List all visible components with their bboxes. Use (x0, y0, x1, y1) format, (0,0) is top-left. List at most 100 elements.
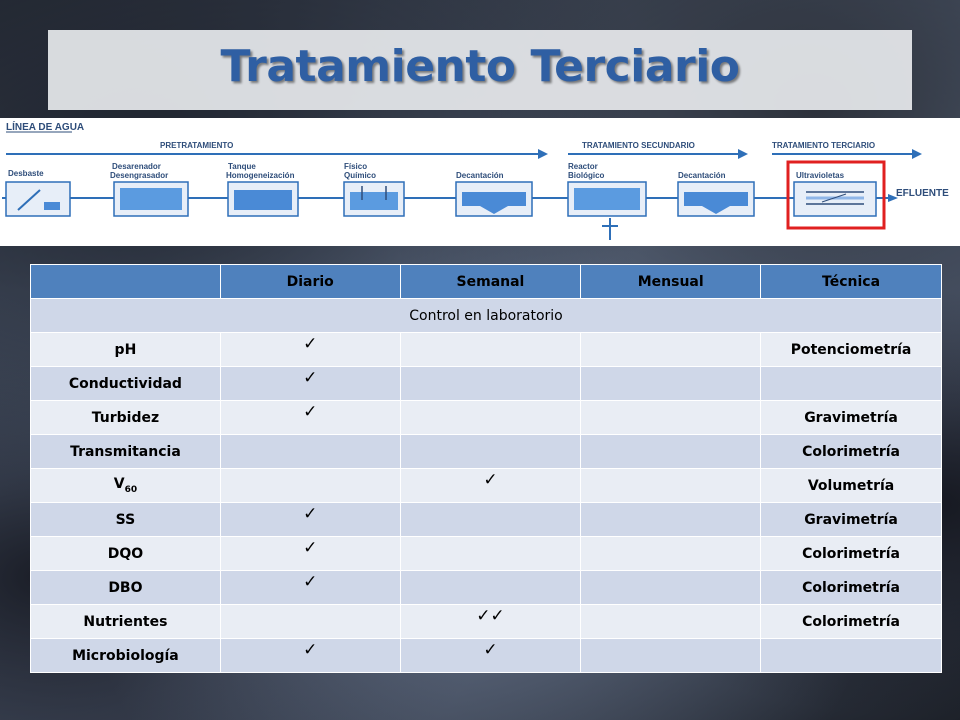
param-cell: Transmitancia (30, 434, 221, 469)
semanal-cell (399, 366, 582, 401)
unit-box-fisico-quimico (343, 181, 405, 217)
param-cell: Nutrientes (30, 604, 221, 639)
process-diagram-svg: LÍNEA DE AGUA PRETRATAMIENTO TRATAMIENTO… (2, 120, 949, 240)
table-row: DBO ✓ Colorimetría (30, 570, 942, 605)
diario-cell: ✓ (219, 536, 401, 571)
semanal-cell (399, 332, 582, 367)
stage-arrowhead-terciario (912, 149, 922, 159)
diario-cell: ✓ (219, 366, 401, 401)
check-icon: ✓ (303, 571, 318, 592)
mensual-cell (580, 332, 762, 367)
unit-label-desbaste: Desbaste (8, 169, 44, 178)
tecnica-cell (760, 366, 942, 401)
table-row: Conductividad ✓ (30, 366, 942, 401)
mensual-cell (580, 502, 762, 537)
check-icon: ✓ (483, 469, 498, 490)
unit-box-ultravioletas (793, 181, 877, 217)
unit-label-ultravioletas: Ultravioletas (796, 171, 845, 180)
unit-label-reactor: Reactor (568, 162, 598, 171)
tecnica-cell (760, 638, 942, 673)
mensual-cell (580, 434, 762, 469)
tecnica-cell: Potenciometría (760, 332, 942, 367)
unit-box-decantacion-1 (455, 181, 533, 217)
stage-arrowhead-pretratamiento (538, 149, 548, 159)
param-cell: Turbidez (30, 400, 221, 435)
check-icon: ✓ (303, 503, 318, 524)
stage-label-terciario: TRATAMIENTO TERCIARIO (772, 141, 875, 150)
param-cell: DQO (30, 536, 221, 571)
tecnica-cell: Colorimetría (760, 570, 942, 605)
header-tecnica: Técnica (760, 264, 942, 299)
stage-arrowhead-secundario (738, 149, 748, 159)
tecnica-cell: Gravimetría (760, 502, 942, 537)
check-icon: ✓ (483, 639, 498, 660)
section-row: Control en laboratorio (30, 298, 942, 333)
table-header-row: Diario Semanal Mensual Técnica (30, 264, 942, 299)
semanal-cell (399, 536, 582, 571)
unit-label-desengrasador: Desengrasador (110, 171, 168, 180)
tecnica-cell: Gravimetría (760, 400, 942, 435)
mensual-cell (580, 366, 762, 401)
process-diagram: LÍNEA DE AGUA PRETRATAMIENTO TRATAMIENTO… (0, 118, 960, 246)
semanal-cell (399, 434, 582, 469)
slide-title: Tratamiento Terciario (220, 40, 740, 92)
tecnica-cell: Colorimetría (760, 434, 942, 469)
semanal-cell: ✓ (399, 468, 582, 503)
semanal-cell: ✓ (399, 638, 582, 673)
semanal-cell (399, 400, 582, 435)
mensual-cell (580, 604, 762, 639)
mensual-cell (580, 570, 762, 605)
line-label: LÍNEA DE AGUA (6, 120, 84, 133)
unit-box-decantacion-2 (677, 181, 755, 217)
param-v-label: V (113, 476, 125, 493)
table-row: pH ✓ Potenciometría (30, 332, 942, 367)
diario-cell (219, 434, 401, 469)
unit-label-biologico: Biológico (568, 171, 605, 180)
check-icon: ✓ (303, 333, 318, 354)
table-row: Transmitancia Colorimetría (30, 434, 942, 469)
param-v-subscript: 60 (124, 484, 138, 495)
tecnica-cell: Colorimetría (760, 536, 942, 571)
param-cell: DBO (30, 570, 221, 605)
table-row: DQO ✓ Colorimetría (30, 536, 942, 571)
unit-box-desbaste (5, 181, 71, 217)
tecnica-cell: Colorimetría (760, 604, 942, 639)
diario-cell: ✓ (219, 332, 401, 367)
param-cell: V60 (30, 468, 221, 503)
stage-label-pretratamiento: PRETRATAMIENTO (160, 141, 233, 150)
unit-label-tanque: Tanque (228, 162, 256, 171)
unit-box-reactor (567, 181, 647, 217)
semanal-cell: ✓✓ (399, 604, 582, 639)
diario-cell: ✓ (219, 502, 401, 537)
param-cell: Microbiología (30, 638, 221, 673)
unit-label-desarenador: Desarenador (112, 162, 161, 171)
control-table: Diario Semanal Mensual Técnica Control e… (30, 264, 942, 673)
header-empty (30, 264, 221, 299)
table-row: V60 ✓ Volumetría (30, 468, 942, 503)
stage-label-secundario: TRATAMIENTO SECUNDARIO (582, 141, 695, 150)
table-row: Microbiología ✓ ✓ (30, 638, 942, 673)
param-cell: pH (30, 332, 221, 367)
unit-label-homogeneizacion: Homogeneización (226, 171, 295, 180)
title-banner: Tratamiento Terciario (48, 30, 912, 110)
header-diario: Diario (219, 264, 401, 299)
semanal-cell (399, 570, 582, 605)
check-icon: ✓ (303, 401, 318, 422)
table-row: Nutrientes ✓✓ Colorimetría (30, 604, 942, 639)
check-icon: ✓ (303, 367, 318, 388)
diario-cell (219, 468, 401, 503)
mensual-cell (580, 400, 762, 435)
semanal-cell (399, 502, 582, 537)
unit-label-quimico: Químico (344, 171, 376, 180)
mensual-cell (580, 638, 762, 673)
unit-label-fisico: Físico (344, 162, 367, 171)
diario-cell: ✓ (219, 400, 401, 435)
diario-cell (219, 604, 401, 639)
unit-box-tanque (227, 181, 299, 217)
table-row: Turbidez ✓ Gravimetría (30, 400, 942, 435)
check-icon: ✓✓ (476, 605, 505, 626)
param-cell: SS (30, 502, 221, 537)
header-semanal: Semanal (399, 264, 582, 299)
unit-label-decantacion-2: Decantación (678, 171, 726, 180)
mensual-cell (580, 468, 762, 503)
